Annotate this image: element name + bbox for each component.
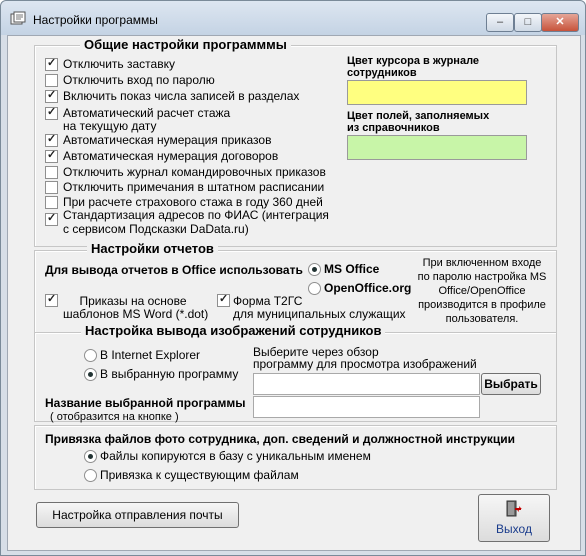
t2gs-form-label-line2: для муниципальных служащих	[233, 307, 406, 321]
file-linking-title: Привязка файлов фото сотрудника, доп. св…	[45, 432, 516, 446]
note-line-3: Office/OpenOffice	[438, 285, 526, 297]
title-bar: Настройки программы ‒ □ ✕	[1, 1, 585, 35]
maximize-button[interactable]: □	[514, 13, 542, 32]
settings-window: Настройки программы ‒ □ ✕ Общие настройк…	[0, 0, 586, 556]
auto-contract-numbering-label: Автоматическая нумерация договоров	[63, 149, 279, 163]
program-name-field[interactable]	[253, 396, 480, 418]
disable-password-label: Отключить вход по паролю	[63, 73, 215, 87]
copy-files-radio[interactable]	[84, 450, 97, 463]
disable-splash-checkbox[interactable]	[45, 56, 58, 71]
show-record-count-label: Включить показ числа записей в разделах	[63, 89, 300, 103]
note-line-4: производится в профиле	[418, 299, 546, 311]
auto-order-numbering-label: Автоматическая нумерация приказов	[63, 133, 272, 147]
program-name-hint: ( отобразится на кнопке )	[50, 411, 179, 423]
image-output-title: Настройка вывода изображений сотрудников	[81, 323, 386, 338]
word-templates-label: Приказы на основе	[79, 294, 187, 308]
fias-standardization-label: Стандартизация адресов по ФИАС (интеграц…	[63, 208, 329, 222]
link-files-radio[interactable]	[84, 469, 97, 482]
disable-splash-label: Отключить заставку	[63, 57, 175, 71]
reports-settings-title: Настройки отчетов	[87, 241, 218, 256]
cursor-color-label: Цвет курсора в журнале	[347, 55, 480, 67]
minimize-button[interactable]: ‒	[486, 13, 514, 32]
close-icon: ✕	[555, 16, 565, 28]
auto-order-numbering-checkbox[interactable]	[45, 132, 58, 147]
maximize-icon: □	[524, 16, 532, 28]
selected-program-label: В выбранную программу	[100, 367, 239, 381]
t2gs-form-checkbox[interactable]	[217, 292, 230, 307]
browse-button[interactable]: Выбрать	[481, 373, 541, 395]
disable-password-checkbox[interactable]	[45, 74, 58, 87]
openoffice-radio[interactable]	[308, 282, 321, 295]
auto-experience-checkbox[interactable]	[45, 105, 58, 120]
auto-contract-numbering-checkbox[interactable]	[45, 148, 58, 163]
close-button[interactable]: ✕	[541, 13, 579, 32]
link-files-label: Привязка к существующим файлам	[100, 468, 299, 482]
window-app-icon	[10, 11, 26, 25]
show-record-count-checkbox[interactable]	[45, 88, 58, 103]
cursor-color-label-line2: сотрудников	[347, 67, 417, 79]
dialog-client-area: Общие настройки программмы Отключить зас…	[7, 35, 581, 551]
disable-staffing-notes-label: Отключить примечания в штатном расписани…	[63, 180, 325, 194]
selected-program-radio[interactable]	[84, 368, 97, 381]
internet-explorer-radio[interactable]	[84, 349, 97, 362]
insurance-360-days-checkbox[interactable]	[45, 196, 58, 209]
auto-experience-label: Автоматический расчет стажа	[63, 106, 231, 120]
openoffice-label: OpenOffice.org	[324, 281, 412, 295]
program-path-field[interactable]	[253, 373, 480, 395]
ms-office-radio[interactable]	[308, 263, 321, 276]
ms-office-label: MS Office	[324, 262, 380, 276]
office-usage-label: Для вывода отчетов в Office использовать	[45, 263, 303, 277]
program-name-label: Название выбранной программы	[45, 396, 246, 410]
disable-trip-journal-checkbox[interactable]	[45, 166, 58, 179]
fields-color-label: Цвет полей, заполняемых	[347, 110, 490, 122]
exit-button-label: Выход	[496, 522, 532, 536]
minimize-icon: ‒	[496, 16, 504, 28]
fias-standardization-checkbox[interactable]	[45, 211, 58, 226]
fields-color-label-line2: из справочников	[347, 122, 440, 134]
note-line-5: пользователя.	[445, 313, 519, 325]
word-templates-checkbox[interactable]	[45, 292, 58, 307]
internet-explorer-label: В Internet Explorer	[100, 348, 201, 362]
office-password-note: При включенном входе по паролю настройка…	[412, 256, 552, 326]
fias-standardization-label-line2: с сервисом Подсказки DaData.ru)	[63, 222, 249, 236]
disable-trip-journal-label: Отключить журнал командировочных приказо…	[63, 165, 326, 179]
cursor-color-swatch[interactable]	[347, 80, 527, 105]
fields-color-swatch[interactable]	[347, 135, 527, 160]
copy-files-label: Файлы копируются в базу с уникальным име…	[100, 449, 371, 463]
note-line-2: по паролю настройка MS	[417, 271, 547, 283]
note-line-1: При включенном входе	[422, 257, 542, 269]
insurance-360-days-label: При расчете страхового стажа в году 360 …	[63, 195, 323, 209]
window-title: Настройки программы	[33, 13, 158, 27]
exit-button[interactable]: Выход	[478, 494, 550, 542]
general-settings-title: Общие настройки программмы	[80, 37, 291, 52]
t2gs-form-label: Форма Т2ГС	[233, 294, 303, 308]
exit-door-icon	[506, 500, 522, 517]
mail-settings-button[interactable]: Настройка отправления почты	[36, 502, 239, 528]
word-templates-label-line2: шаблонов MS Word (*.dot)	[63, 307, 209, 321]
disable-staffing-notes-checkbox[interactable]	[45, 181, 58, 194]
browse-hint-line2: программу для просмотра изображений	[253, 357, 477, 371]
auto-experience-label-line2: на текущую дату	[63, 119, 157, 133]
